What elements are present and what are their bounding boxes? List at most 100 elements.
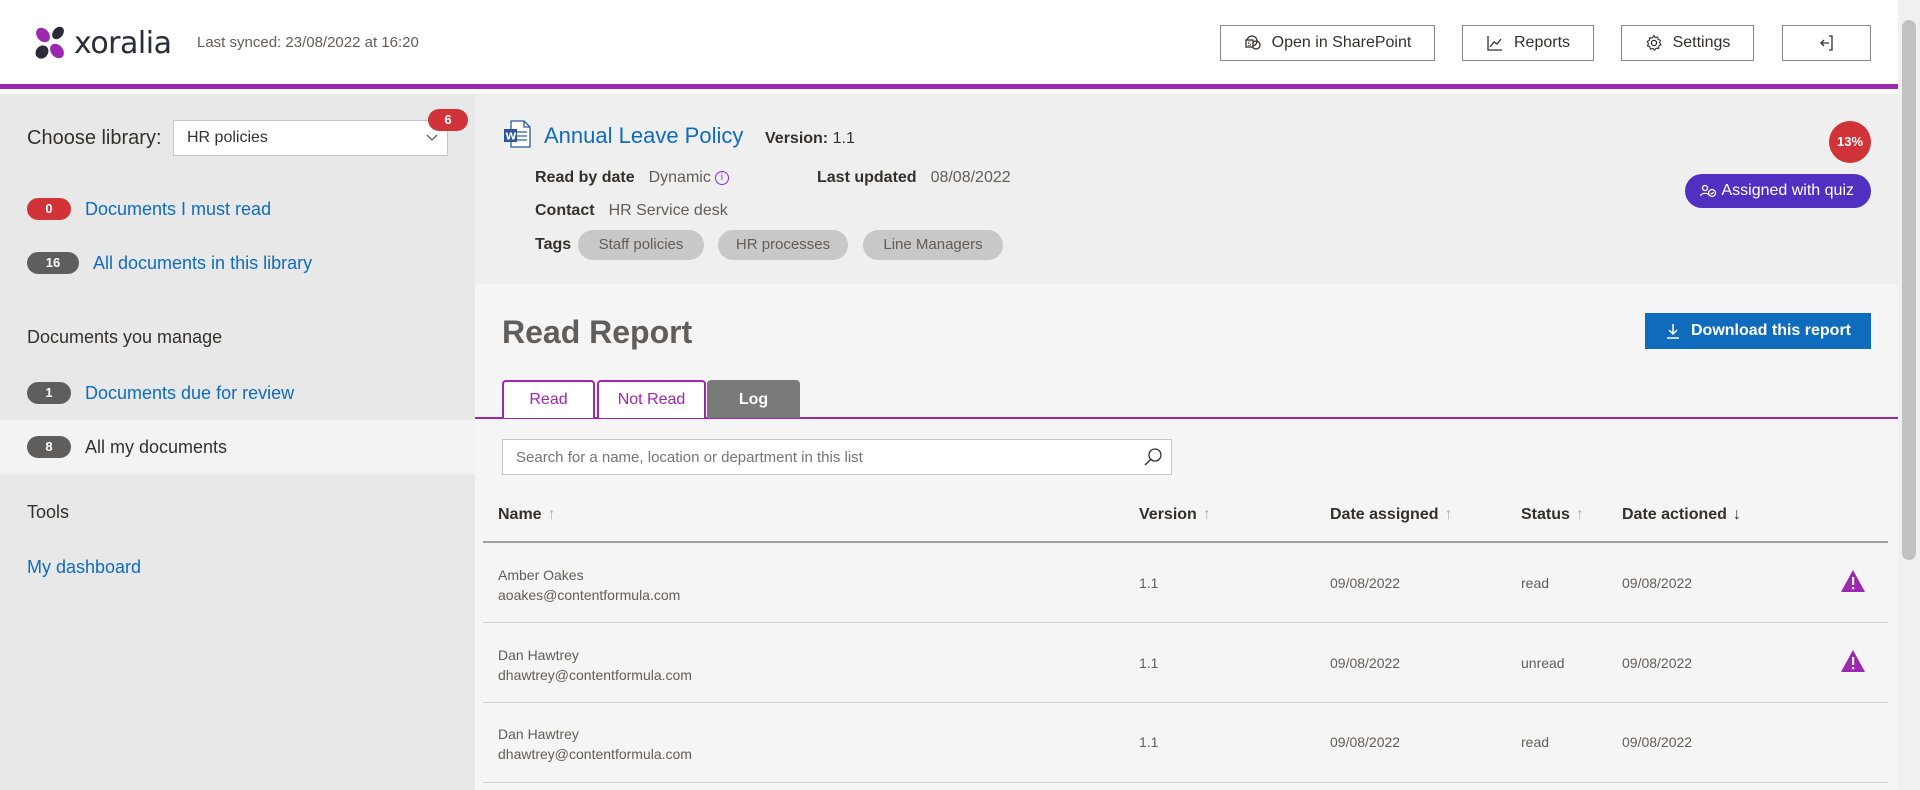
user-cell: Amber Oakes aoakes@contentformula.com [498, 565, 680, 605]
version-cell: 1.1 [1139, 655, 1159, 671]
word-document-icon: W [504, 120, 531, 148]
table-row: Amber Oakes aoakes@contentformula.com 1.… [483, 543, 1888, 623]
version-cell: 1.1 [1139, 734, 1159, 750]
user-cell: Dan Hawtrey dhawtrey@contentformula.com [498, 645, 692, 685]
logo-text: xoralia [74, 25, 172, 61]
column-version-label: Version [1139, 506, 1197, 523]
chevron-down-icon [426, 134, 438, 141]
chart-line-icon [1487, 36, 1502, 51]
download-icon [1667, 324, 1679, 339]
download-report-button[interactable]: Download this report [1645, 313, 1871, 349]
date-actioned-cell: 09/08/2022 [1622, 575, 1693, 591]
download-label: Download this report [1691, 322, 1851, 339]
warning-icon[interactable] [1840, 649, 1866, 673]
sharepoint-icon: S [1245, 35, 1261, 50]
column-header-name[interactable]: Name ↑ [498, 506, 556, 524]
my-documents-count-badge: 8 [27, 436, 71, 458]
version-value: 1.1 [832, 130, 855, 147]
scrollbar-thumb[interactable] [1902, 20, 1916, 560]
report-title: Read Report [502, 314, 693, 350]
tab-read[interactable]: Read [502, 380, 595, 418]
column-date-actioned-label: Date actioned [1622, 506, 1727, 523]
my-documents-label[interactable]: All my documents [85, 437, 227, 458]
tab-not-read[interactable]: Not Read [597, 380, 706, 418]
tag-chip: HR processes [718, 230, 848, 260]
all-documents-count-badge: 16 [27, 252, 79, 274]
last-updated-value: 08/08/2022 [930, 169, 1011, 186]
library-count-badge: 6 [428, 109, 468, 131]
user-name: Dan Hawtrey [498, 647, 579, 663]
table-row: Dan Hawtrey dhawtrey@contentformula.com … [483, 703, 1888, 783]
sign-out-button[interactable] [1782, 25, 1871, 61]
documents-you-manage-heading: Documents you manage [27, 327, 223, 347]
table-row: Dan Hawtrey dhawtrey@contentformula.com … [483, 623, 1888, 703]
user-email: aoakes@contentformula.com [498, 587, 681, 603]
choose-library-label: Choose library: [27, 127, 162, 149]
last-synced-text: Last synced: 23/08/2022 at 16:20 [197, 34, 419, 51]
reports-button[interactable]: Reports [1462, 25, 1594, 61]
status-cell: read [1521, 734, 1550, 750]
sidebar-item-all-documents[interactable]: 16 All documents in this library [27, 252, 312, 274]
last-updated-label: Last updated [817, 169, 917, 186]
sidebar-item-due-for-review[interactable]: 1 Documents due for review [27, 382, 294, 404]
last-updated: Last updated 08/08/2022 [817, 169, 1011, 187]
column-date-assigned-label: Date assigned [1330, 506, 1439, 523]
contact-value: HR Service desk [608, 202, 728, 219]
must-read-count-badge: 0 [27, 198, 71, 220]
column-header-date-assigned[interactable]: Date assigned ↑ [1330, 506, 1452, 524]
due-review-count-badge: 1 [27, 382, 71, 404]
sidebar-item-must-read[interactable]: 0 Documents I must read [27, 198, 271, 220]
settings-label: Settings [1672, 34, 1731, 51]
date-assigned-cell: 09/08/2022 [1330, 734, 1401, 750]
sign-out-icon [1819, 35, 1833, 51]
date-actioned-cell: 09/08/2022 [1622, 655, 1693, 671]
warning-icon[interactable] [1840, 569, 1866, 593]
sharepoint-label: Open in SharePoint [1271, 34, 1412, 51]
column-header-version[interactable]: Version ↑ [1139, 506, 1211, 524]
all-documents-link[interactable]: All documents in this library [93, 253, 312, 274]
open-in-sharepoint-button[interactable]: S Open in SharePoint [1220, 25, 1435, 61]
tag-chip: Staff policies [578, 230, 704, 260]
date-assigned-cell: 09/08/2022 [1330, 655, 1401, 671]
sidebar-item-all-my-documents[interactable]: 8 All my documents [27, 436, 227, 458]
contact: Contact HR Service desk [535, 202, 728, 220]
report-search-input[interactable] [502, 439, 1172, 475]
column-name-label: Name [498, 506, 542, 523]
user-name: Amber Oakes [498, 567, 584, 583]
date-actioned-cell: 09/08/2022 [1622, 734, 1693, 750]
column-header-date-actioned[interactable]: Date actioned ↓ [1622, 506, 1741, 524]
due-review-link[interactable]: Documents due for review [85, 383, 294, 404]
page-scrollbar[interactable] [1898, 0, 1920, 790]
contact-label: Contact [535, 202, 595, 219]
document-title-link[interactable]: Annual Leave Policy [544, 123, 743, 149]
sidebar: Choose library: HR policies 6 0 Document… [0, 94, 475, 790]
xoralia-logo[interactable]: xoralia [30, 24, 172, 62]
library-select[interactable]: HR policies [173, 120, 448, 156]
version-cell: 1.1 [1139, 575, 1159, 591]
assigned-with-quiz-badge: Assigned with quiz [1685, 174, 1871, 208]
must-read-link[interactable]: Documents I must read [85, 199, 271, 220]
svg-text:S: S [1247, 41, 1251, 48]
search-icon[interactable] [1143, 447, 1163, 467]
reports-label: Reports [1513, 34, 1571, 51]
tab-log[interactable]: Log [707, 380, 800, 418]
user-email: dhawtrey@contentformula.com [498, 746, 692, 762]
read-report-panel: Read Report Download this report Read No… [475, 284, 1898, 790]
info-icon[interactable]: i [714, 171, 729, 185]
settings-button[interactable]: Settings [1621, 25, 1754, 61]
column-header-status[interactable]: Status ↑ [1521, 506, 1584, 524]
user-cell: Dan Hawtrey dhawtrey@contentformula.com [498, 724, 692, 764]
read-by-label: Read by date [535, 169, 635, 186]
user-name: Dan Hawtrey [498, 726, 579, 742]
read-by-date: Read by date Dynamic i [535, 169, 729, 187]
version-label: Version: [765, 130, 829, 147]
status-cell: read [1521, 575, 1550, 591]
logo-icon [35, 26, 64, 59]
user-email: dhawtrey@contentformula.com [498, 667, 692, 683]
tags-label: Tags [535, 236, 572, 253]
my-dashboard-link[interactable]: My dashboard [27, 557, 141, 578]
tag-chip: Line Managers [863, 230, 1003, 260]
document-info-panel: W Annual Leave Policy Version: 1.1 Read … [475, 94, 1898, 284]
svg-text:W: W [505, 132, 516, 143]
date-assigned-cell: 09/08/2022 [1330, 575, 1401, 591]
